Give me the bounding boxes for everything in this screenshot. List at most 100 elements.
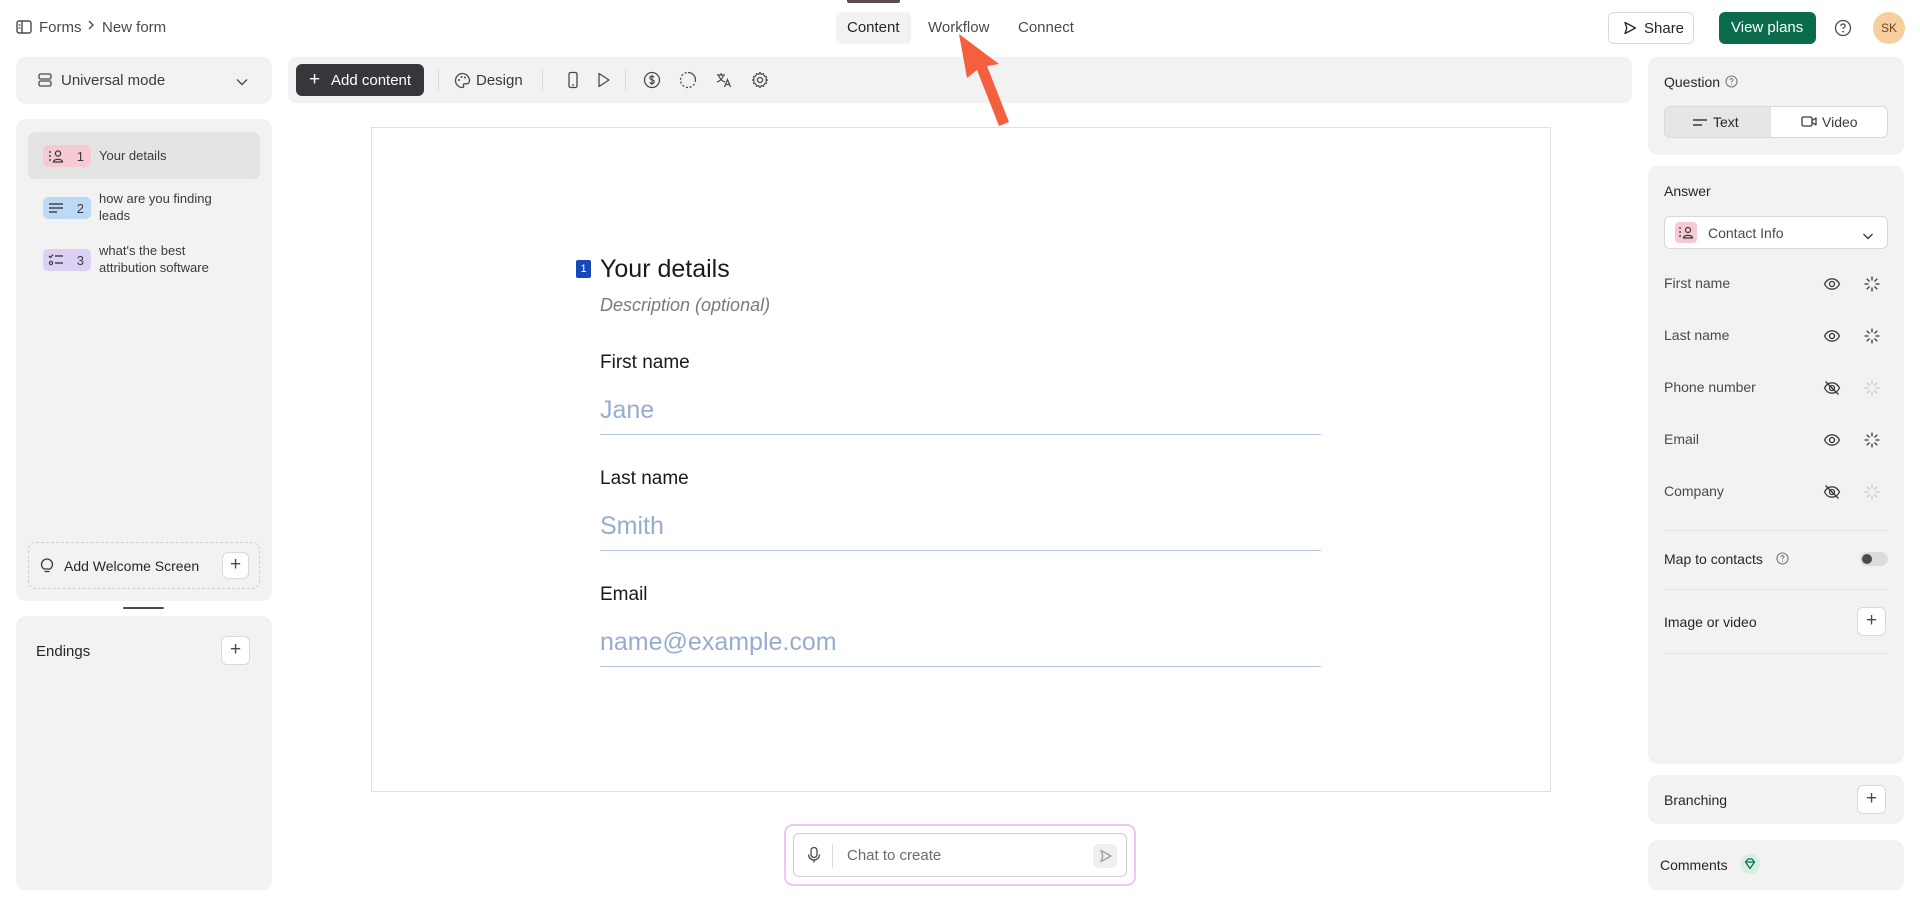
breadcrumb-forms[interactable]: Forms <box>39 19 82 36</box>
first-name-input[interactable]: Jane <box>600 396 654 425</box>
question-number: 1 <box>76 149 84 164</box>
question-item-1[interactable]: 1 Your details <box>28 132 260 179</box>
toolbar-divider <box>625 70 626 90</box>
question-type-panel: Question Text Video <box>1648 57 1904 155</box>
mode-selector[interactable]: Universal mode <box>16 57 272 104</box>
eye-icon[interactable] <box>1823 327 1841 345</box>
add-content-button[interactable]: + Add content <box>296 64 424 96</box>
gem-icon <box>1740 854 1760 874</box>
text-lines-icon <box>1693 116 1707 134</box>
pointer-arrow-icon <box>953 30 1013 135</box>
question-section-label: Question <box>1664 74 1721 90</box>
video-icon <box>1801 115 1817 133</box>
view-plans-label: View plans <box>1731 19 1804 36</box>
breadcrumb-form-name[interactable]: New form <box>102 19 166 36</box>
field-label-last-name: Last name <box>600 468 689 489</box>
last-name-underline <box>600 550 1321 551</box>
contact-info-icon <box>48 148 65 169</box>
answer-field-company: Company <box>1664 483 1724 499</box>
palette-icon <box>454 72 471 94</box>
chat-divider <box>832 844 833 868</box>
answer-field-last-name: Last name <box>1664 327 1730 343</box>
required-asterisk-icon[interactable] <box>1863 275 1881 293</box>
comments-panel[interactable]: Comments <box>1648 840 1904 890</box>
add-image-video-button[interactable]: + <box>1857 607 1886 636</box>
required-asterisk-icon[interactable] <box>1863 431 1881 449</box>
question-number: 3 <box>76 253 84 268</box>
answer-divider <box>1664 589 1888 590</box>
toolbar-divider <box>438 70 439 90</box>
branching-panel: Branching + <box>1648 775 1904 824</box>
map-to-contacts-label: Map to contacts <box>1664 551 1763 567</box>
chat-input[interactable]: Chat to create <box>793 833 1127 877</box>
mode-label: Universal mode <box>61 72 166 89</box>
view-plans-button[interactable]: View plans <box>1719 12 1816 44</box>
toolbar-divider <box>542 70 543 90</box>
eye-icon[interactable] <box>1823 275 1841 293</box>
chevron-down-icon <box>1862 228 1874 246</box>
last-name-input[interactable]: Smith <box>600 512 664 541</box>
required-asterisk-icon <box>1863 483 1881 501</box>
type-text-button[interactable]: Text <box>1665 107 1771 137</box>
question-item-2[interactable]: 2 how are you finding leads <box>28 184 260 232</box>
endings-panel: Endings + <box>16 616 272 890</box>
plus-icon[interactable]: + <box>222 552 249 579</box>
required-asterisk-icon[interactable] <box>1863 327 1881 345</box>
question-item-3[interactable]: 3 what's the best attribution software <box>28 236 260 284</box>
field-label-first-name: First name <box>600 352 690 373</box>
design-button[interactable]: Design <box>450 64 534 96</box>
eye-off-icon[interactable] <box>1823 379 1841 397</box>
type-video-button[interactable]: Video <box>1771 107 1887 137</box>
avatar[interactable]: SK <box>1873 12 1905 44</box>
question-label: what's the best attribution software <box>99 243 209 275</box>
microphone-icon[interactable] <box>806 846 822 869</box>
info-icon[interactable] <box>1725 75 1738 93</box>
question-description[interactable]: Description (optional) <box>600 295 770 316</box>
forms-icon <box>16 20 32 39</box>
send-icon <box>1623 21 1637 39</box>
question-title[interactable]: Your details <box>600 255 730 284</box>
gear-icon[interactable] <box>751 71 769 89</box>
question-number: 2 <box>76 201 84 216</box>
question-label: how are you finding leads <box>99 191 212 223</box>
tab-content[interactable]: Content <box>836 12 911 44</box>
welcome-label: Add Welcome Screen <box>64 558 200 574</box>
share-label: Share <box>1644 20 1685 37</box>
active-tab-indicator <box>847 0 900 3</box>
answer-field-phone-number: Phone number <box>1664 379 1756 395</box>
send-icon[interactable] <box>1093 844 1117 868</box>
add-welcome-screen-button[interactable]: Add Welcome Screen + <box>28 542 260 589</box>
answer-divider <box>1664 530 1888 531</box>
design-label: Design <box>476 72 523 89</box>
question-number-badge: 1 <box>576 260 591 278</box>
question-type-toggle: Text Video <box>1664 106 1888 138</box>
add-branching-button[interactable]: + <box>1857 785 1886 814</box>
email-underline <box>600 666 1321 667</box>
required-asterisk-icon <box>1863 379 1881 397</box>
answer-field-email: Email <box>1664 431 1700 447</box>
mobile-preview-icon[interactable] <box>564 71 582 89</box>
tab-connect[interactable]: Connect <box>1007 12 1085 44</box>
answer-type-select[interactable]: Contact Info <box>1664 216 1888 249</box>
layers-icon <box>37 72 53 93</box>
answer-panel: Answer Contact Info <box>1648 166 1904 764</box>
eye-off-icon[interactable] <box>1823 483 1841 501</box>
email-input[interactable]: name@example.com <box>600 628 837 657</box>
logic-spinner-icon[interactable] <box>679 71 697 89</box>
currency-icon[interactable] <box>643 71 661 89</box>
add-ending-button[interactable]: + <box>221 636 250 665</box>
question-badge: 2 <box>43 197 91 219</box>
map-to-contacts-toggle[interactable] <box>1860 552 1888 566</box>
answer-field-first-name: First name <box>1664 275 1731 291</box>
answer-type-label: Contact Info <box>1708 225 1784 241</box>
help-icon[interactable] <box>1834 19 1852 42</box>
panel-resize-handle[interactable] <box>123 607 164 609</box>
answer-divider <box>1664 653 1888 654</box>
translate-icon[interactable] <box>715 71 733 89</box>
share-button[interactable]: Share <box>1608 12 1694 44</box>
play-icon[interactable] <box>594 71 612 89</box>
chat-placeholder: Chat to create <box>847 847 942 864</box>
chevron-down-icon <box>235 74 249 92</box>
eye-icon[interactable] <box>1823 431 1841 449</box>
info-icon[interactable] <box>1776 552 1789 570</box>
